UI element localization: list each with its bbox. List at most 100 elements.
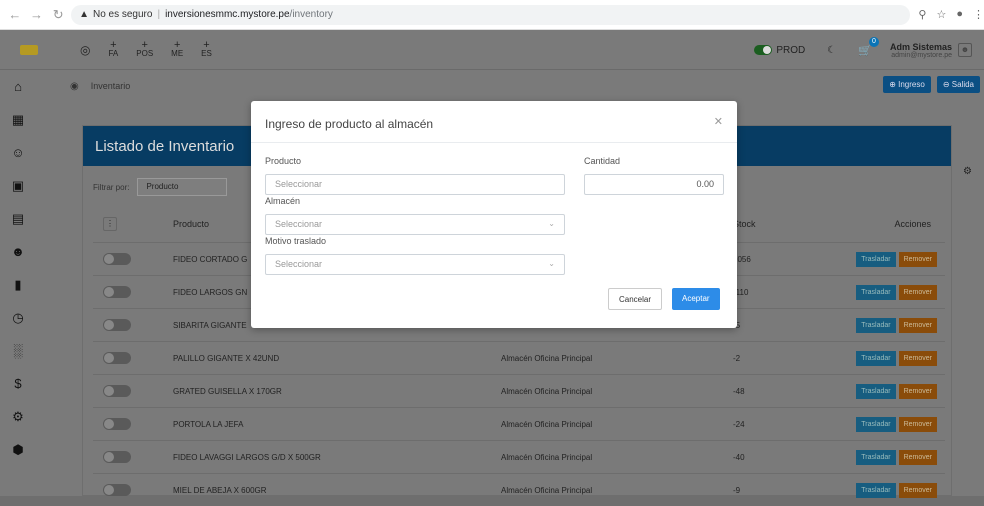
almacen-select[interactable]: Seleccionar ⌄: [265, 214, 565, 235]
settings-icon[interactable]: ⚙: [0, 400, 36, 433]
menu-icon[interactable]: ⋮: [973, 8, 984, 21]
address-bar[interactable]: ▲ No es seguro | inversionesmmc.mystore.…: [71, 4, 911, 25]
user-info[interactable]: Adm Sistemas admin@mystore.pe: [890, 42, 952, 59]
trasladar-button[interactable]: Trasladar: [856, 251, 896, 267]
profile-icon[interactable]: ●: [956, 8, 963, 21]
avatar[interactable]: ☻: [958, 43, 972, 57]
row-warehouse: Almacén Oficina Principal: [501, 353, 593, 363]
row-warehouse: Almacén Oficina Principal: [501, 452, 593, 462]
row-product: FIDEO CORTADO G: [173, 254, 248, 264]
remover-button[interactable]: Remover: [898, 482, 937, 498]
row-toggle[interactable]: [103, 319, 131, 331]
row-stock: -24: [733, 419, 745, 429]
app: ◎ + FA + POS + ME + ES PROD ☾ 🛒 0 Adm Sistema…: [0, 30, 984, 498]
user-name: Adm Sistemas: [889, 41, 952, 52]
remover-button[interactable]: Remover: [898, 350, 937, 366]
toolbar-fa-label: FA: [108, 49, 119, 58]
env-label: PROD: [776, 44, 806, 56]
accept-button[interactable]: Aceptar: [672, 288, 720, 310]
motivo-placeholder: Seleccionar: [275, 259, 323, 269]
remover-button[interactable]: Remover: [898, 449, 937, 465]
user-add-icon[interactable]: ☺: [0, 136, 36, 169]
producto-select[interactable]: Seleccionar: [265, 174, 565, 195]
toolbar-pos-label: POS: [136, 49, 154, 58]
box-icon[interactable]: ⬢: [0, 433, 36, 466]
toolbar-me-button[interactable]: + ME: [171, 40, 184, 58]
env-toggle[interactable]: [754, 45, 773, 55]
row-toggle[interactable]: [103, 484, 131, 496]
zoom-icon[interactable]: ⚲: [918, 8, 926, 21]
table-row: GRATED GUISELLA X 170GR Almacén Oficina P…: [93, 374, 945, 407]
dollar-icon[interactable]: $: [0, 367, 36, 400]
url-path: /inventory: [289, 9, 333, 20]
row-toggle[interactable]: [103, 451, 131, 463]
trasladar-button[interactable]: Trasladar: [856, 416, 896, 432]
cancel-button[interactable]: Cancelar: [608, 288, 663, 310]
almacen-label: Almacén: [265, 196, 301, 206]
almacen-placeholder: Seleccionar: [275, 219, 323, 229]
reload-icon[interactable]: ↻: [51, 7, 65, 23]
logo[interactable]: [0, 30, 58, 70]
cart-icon[interactable]: 🛒 0: [858, 36, 879, 57]
remover-button[interactable]: Remover: [898, 284, 937, 300]
trasladar-button[interactable]: Trasladar: [856, 350, 896, 366]
cantidad-field[interactable]: 0.00: [584, 174, 724, 195]
row-product: FIDEO LARGOS GN: [173, 287, 248, 297]
header-actions: Acciones: [894, 219, 931, 229]
motivo-select[interactable]: Seleccionar ⌄: [265, 254, 565, 275]
close-icon[interactable]: ✕: [714, 115, 723, 128]
forward-icon[interactable]: →: [30, 7, 44, 22]
toolbar-es-button[interactable]: + ES: [201, 40, 212, 58]
target-icon[interactable]: ◎: [80, 43, 90, 57]
users-icon[interactable]: ☻: [0, 235, 36, 268]
grid-icon[interactable]: ▦: [0, 103, 36, 136]
store-icon[interactable]: ▤: [0, 202, 36, 235]
warning-icon: ▲: [79, 9, 89, 20]
trasladar-button[interactable]: Trasladar: [856, 383, 896, 399]
toolbar-fa-button[interactable]: + FA: [108, 40, 119, 58]
chart-icon[interactable]: ░: [0, 334, 36, 367]
star-icon[interactable]: ☆: [936, 8, 946, 21]
modal-title: Ingreso de producto al almacén: [265, 117, 434, 131]
cantidad-label: Cantidad: [584, 156, 621, 166]
url-host: inversionesmmc.mystore.pe: [165, 9, 290, 20]
filter-select[interactable]: Producto: [137, 178, 228, 196]
trasladar-button[interactable]: Trasladar: [856, 317, 896, 333]
moon-icon[interactable]: ☾: [827, 45, 836, 56]
row-stock: -2: [733, 353, 741, 363]
remover-button[interactable]: Remover: [898, 383, 937, 399]
home-icon[interactable]: ⌂: [0, 70, 36, 103]
remover-button[interactable]: Remover: [898, 251, 937, 267]
security-text: No es seguro: [92, 9, 153, 20]
toolbar-pos-button[interactable]: + POS: [136, 40, 154, 58]
settings-gear-icon[interactable]: ⚙: [963, 166, 972, 177]
toolbar-me-label: ME: [171, 49, 184, 58]
row-toggle[interactable]: [103, 253, 131, 265]
trasladar-button[interactable]: Trasladar: [856, 482, 896, 498]
breadcrumb-title: Inventario: [90, 81, 131, 91]
row-product: PORTOLA LA JEFA: [173, 419, 244, 429]
back-icon[interactable]: ←: [8, 7, 22, 22]
row-toggle[interactable]: [103, 286, 131, 298]
remover-button[interactable]: Remover: [898, 317, 937, 333]
toolbar-es-label: ES: [201, 49, 212, 58]
minus-circle-icon: ⊖: [942, 80, 952, 89]
row-toggle[interactable]: [103, 352, 131, 364]
salida-button[interactable]: ⊖ Salida: [936, 76, 980, 93]
row-warehouse: Almacén Oficina Principal: [501, 485, 593, 495]
row-toggle[interactable]: [103, 385, 131, 397]
ingreso-label: Ingreso: [898, 80, 925, 89]
row-product: MIEL DE ABEJA X 600GR: [173, 485, 267, 495]
bag-icon[interactable]: ▣: [0, 169, 36, 202]
url-separator: |: [157, 9, 161, 20]
trasladar-button[interactable]: Trasladar: [856, 284, 896, 300]
filter-bar: Filtrar por: Producto: [93, 178, 228, 196]
document-icon[interactable]: ▮: [0, 268, 36, 301]
table-row: FIDEO LAVAGGI LARGOS G/D X 500GR Almacén …: [93, 440, 945, 473]
ingreso-button[interactable]: ⊕ Ingreso: [883, 76, 931, 93]
remover-button[interactable]: Remover: [898, 416, 937, 432]
row-toggle[interactable]: [103, 418, 131, 430]
columns-menu-icon[interactable]: ⋮: [103, 217, 117, 231]
trasladar-button[interactable]: Trasladar: [856, 449, 896, 465]
clock-icon[interactable]: ◷: [0, 301, 36, 334]
